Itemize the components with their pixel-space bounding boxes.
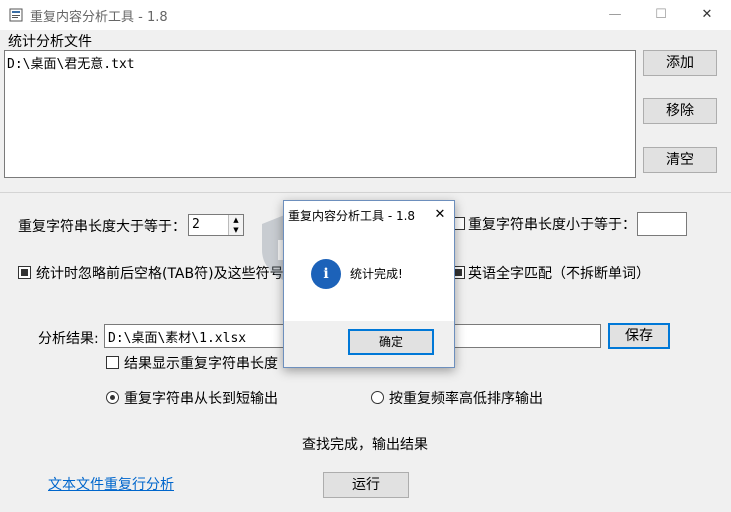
show-length-checkbox[interactable] <box>106 356 119 369</box>
add-button[interactable]: 添加 <box>643 50 717 76</box>
dialog-title: 重复内容分析工具 - 1.8 <box>288 209 416 223</box>
clear-button[interactable]: 清空 <box>643 147 717 173</box>
max-length-input[interactable] <box>637 212 687 236</box>
output-label: 分析结果: <box>38 331 99 347</box>
status-text: 查找完成，输出结果 <box>302 437 428 453</box>
sort-by-frequency-label: 按重复频率高低排序输出 <box>389 391 543 407</box>
list-item[interactable]: D:\桌面\君无意.txt <box>7 53 135 72</box>
sort-by-frequency-radio[interactable] <box>371 391 384 404</box>
minimize-button[interactable]: — <box>592 0 638 30</box>
maximize-button[interactable]: ☐ <box>638 0 684 30</box>
window-title: 重复内容分析工具 - 1.8 <box>30 10 168 25</box>
files-label: 统计分析文件 <box>8 34 92 50</box>
max-length-label: 重复字符串长度小于等于： <box>468 217 636 233</box>
sort-by-length-label: 重复字符串从长到短输出 <box>124 391 278 407</box>
dialog-title-bar: 重复内容分析工具 - 1.8 ✕ <box>284 201 454 229</box>
info-icon: i <box>311 259 341 289</box>
english-whole-word-label: 英语全字匹配（不拆断单词） <box>468 266 650 282</box>
app-icon <box>9 8 23 22</box>
ignore-spaces-label: 统计时忽略前后空格(TAB符)及这些符号 <box>36 266 284 282</box>
spin-down-icon[interactable]: ▼ <box>229 225 243 235</box>
dialog-close-button[interactable]: ✕ <box>430 205 450 225</box>
save-button[interactable]: 保存 <box>608 323 670 349</box>
file-list[interactable]: D:\桌面\君无意.txt <box>4 50 636 178</box>
ignore-spaces-checkbox[interactable] <box>18 266 31 279</box>
remove-button[interactable]: 移除 <box>643 98 717 124</box>
spin-up-icon[interactable]: ▲ <box>229 215 243 225</box>
sort-by-length-radio[interactable] <box>106 391 119 404</box>
min-length-stepper[interactable]: 2 ▲ ▼ <box>188 214 244 236</box>
run-button[interactable]: 运行 <box>323 472 409 498</box>
completion-dialog: 重复内容分析工具 - 1.8 ✕ i 统计完成! 确定 <box>283 200 455 368</box>
show-length-label: 结果显示重复字符串长度 <box>124 356 278 372</box>
min-length-value[interactable]: 2 <box>192 217 200 232</box>
close-button[interactable]: ✕ <box>684 0 730 30</box>
dialog-message: 统计完成! <box>350 267 403 281</box>
min-length-label: 重复字符串长度大于等于： <box>18 219 186 235</box>
divider <box>0 192 731 193</box>
title-bar: 重复内容分析工具 - 1.8 — ☐ ✕ <box>0 0 731 30</box>
duplicate-lines-link[interactable]: 文本文件重复行分析 <box>48 474 174 494</box>
dialog-body: i 统计完成! <box>284 229 454 321</box>
ok-button[interactable]: 确定 <box>348 329 434 355</box>
